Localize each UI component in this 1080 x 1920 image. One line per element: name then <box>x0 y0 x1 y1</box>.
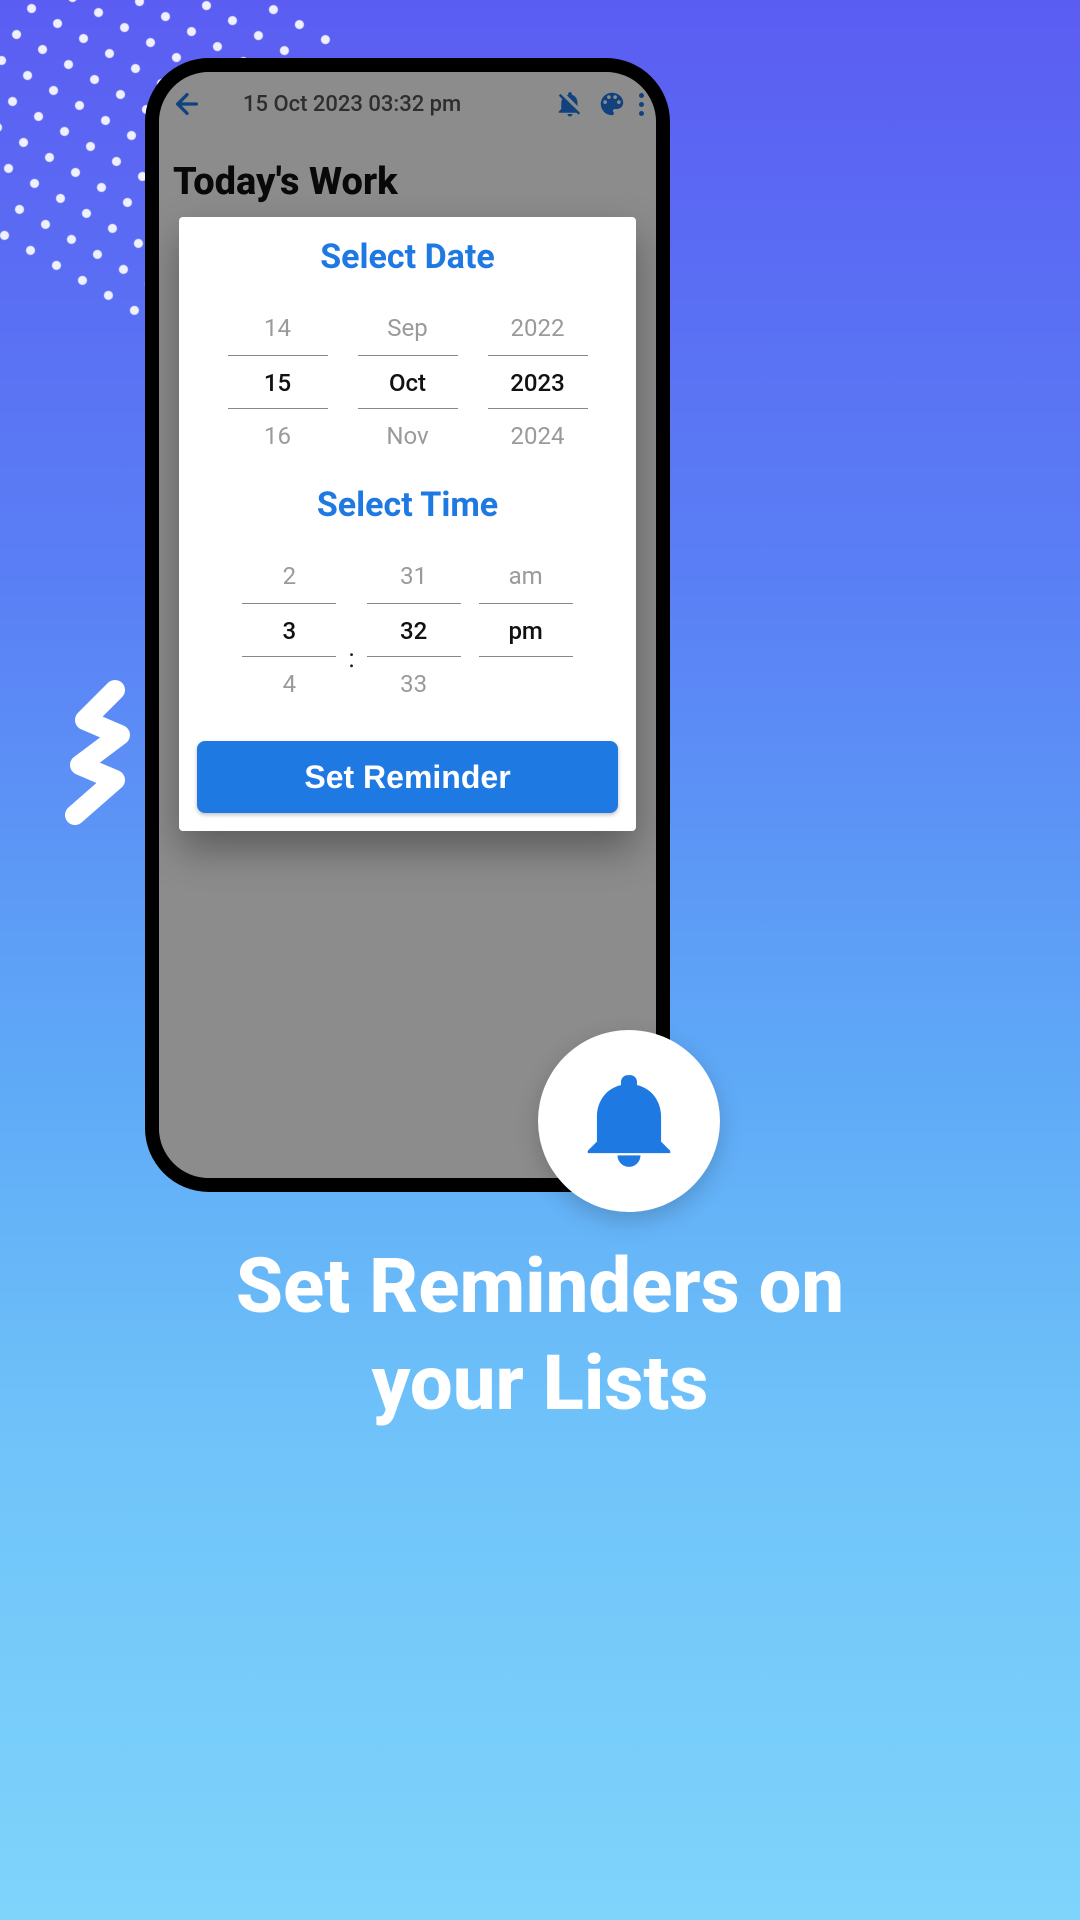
month-next[interactable]: Nov <box>358 409 458 463</box>
day-picker[interactable]: 14 15 16 <box>228 301 328 463</box>
minute-next[interactable]: 33 <box>367 657 461 711</box>
time-separator: : <box>348 586 354 674</box>
year-next[interactable]: 2024 <box>488 409 588 463</box>
year-prev[interactable]: 2022 <box>488 301 588 355</box>
minute-prev[interactable]: 31 <box>367 549 461 603</box>
hour-current[interactable]: 3 <box>242 603 336 657</box>
day-prev[interactable]: 14 <box>228 301 328 355</box>
marketing-headline: Set Reminders on your Lists <box>0 1238 1080 1433</box>
hour-next[interactable]: 4 <box>242 657 336 711</box>
day-next[interactable]: 16 <box>228 409 328 463</box>
phone-frame: 15 Oct 2023 03:32 pm Today's Work Select… <box>145 58 670 1192</box>
month-prev[interactable]: Sep <box>358 301 458 355</box>
month-current[interactable]: Oct <box>358 355 458 409</box>
bell-badge <box>538 1030 720 1212</box>
ampm-picker[interactable]: am pm <box>479 549 573 711</box>
day-current[interactable]: 15 <box>228 355 328 409</box>
bell-icon <box>574 1066 684 1176</box>
year-current[interactable]: 2023 <box>488 355 588 409</box>
select-time-heading: Select Time <box>197 485 618 525</box>
date-picker: 14 15 16 Sep Oct Nov 2022 2023 2024 <box>197 301 618 463</box>
hour-picker[interactable]: 2 3 4 <box>242 549 336 711</box>
reminder-dialog: Select Date 14 15 16 Sep Oct Nov 2022 <box>179 217 636 831</box>
select-date-heading: Select Date <box>197 237 618 277</box>
ampm-current[interactable]: pm <box>479 603 573 657</box>
decorative-squiggle <box>45 680 145 830</box>
ampm-prev[interactable]: am <box>479 549 573 603</box>
month-picker[interactable]: Sep Oct Nov <box>358 301 458 463</box>
time-picker: 2 3 4 : 31 32 33 am pm <box>197 549 618 711</box>
phone-screen: 15 Oct 2023 03:32 pm Today's Work Select… <box>159 72 656 1178</box>
hour-prev[interactable]: 2 <box>242 549 336 603</box>
marketing-line-1: Set Reminders on <box>40 1238 1040 1335</box>
year-picker[interactable]: 2022 2023 2024 <box>488 301 588 463</box>
set-reminder-button[interactable]: Set Reminder <box>197 741 618 813</box>
ampm-next[interactable] <box>479 657 573 711</box>
marketing-line-2: your Lists <box>40 1335 1040 1432</box>
minute-picker[interactable]: 31 32 33 <box>367 549 461 711</box>
minute-current[interactable]: 32 <box>367 603 461 657</box>
